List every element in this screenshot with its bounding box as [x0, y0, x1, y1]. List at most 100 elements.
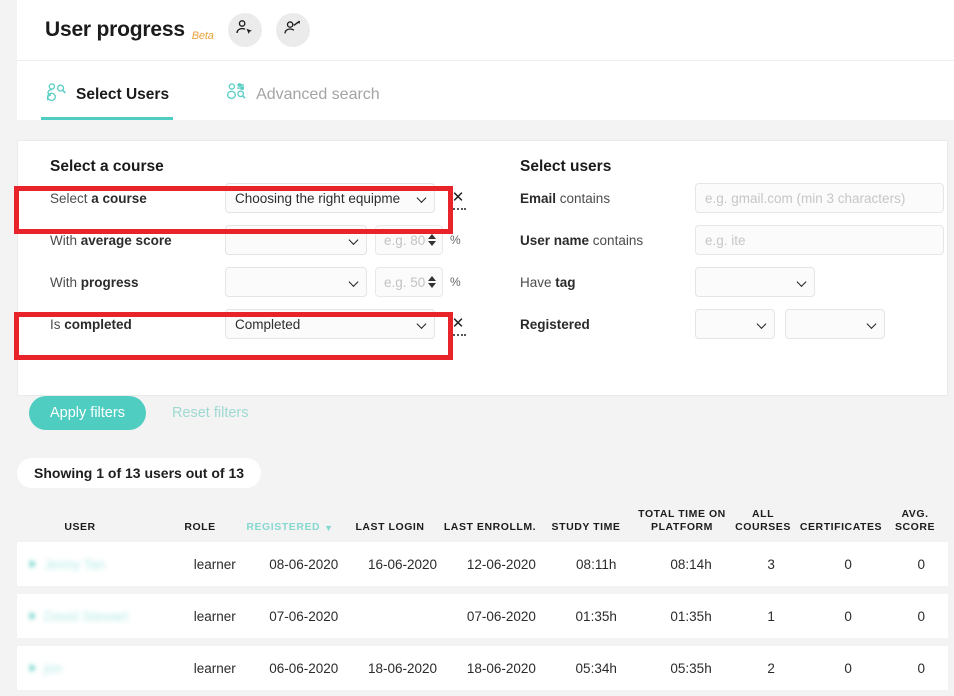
username-contains-input[interactable]: e.g. ite	[695, 225, 944, 255]
progress-stepper[interactable]	[428, 276, 436, 288]
cell-role: learner	[193, 660, 236, 676]
filter-label-progress: With progress	[50, 274, 139, 290]
cell-avg-score: 0	[917, 556, 926, 572]
filter-actions: Apply filters Reset filters	[29, 396, 255, 430]
person-cursor-icon	[235, 18, 254, 42]
cell-all-courses: 2	[767, 660, 775, 676]
filters-card: Select a course Select a course Choosing…	[17, 140, 948, 396]
email-contains-input[interactable]: e.g. gmail.com (min 3 characters)	[695, 183, 944, 213]
filter-label-select-course: Select a course	[50, 190, 147, 206]
column-header-role[interactable]: ROLE	[160, 521, 240, 534]
user-progress-icon-button[interactable]	[275, 13, 310, 47]
progress-placeholder: e.g. 50	[384, 274, 426, 290]
cell-certificates: 0	[844, 608, 852, 624]
page-title: User progress Beta	[45, 18, 214, 42]
course-panel-title: Select a course	[50, 158, 164, 175]
close-icon: ✕	[451, 188, 465, 206]
table-row[interactable]: David Stewart learner 07-06-2020 07-06-2…	[0, 594, 954, 638]
column-header-certificates[interactable]: CERTIFICATES	[794, 521, 888, 534]
cell-last-login: 18-06-2020	[368, 660, 438, 676]
registered-period-dropdown[interactable]	[785, 309, 885, 339]
users-panel-title: Select users	[520, 158, 612, 175]
table-row[interactable]: jon learner 06-06-2020 18-06-2020 18-06-…	[0, 646, 954, 690]
cell-registered: 08-06-2020	[269, 556, 339, 572]
expand-row-icon[interactable]	[30, 560, 36, 568]
average-score-placeholder: e.g. 80	[384, 232, 426, 248]
cell-study-time: 01:35h	[575, 608, 617, 624]
user-progress-page: User progress Beta Select Users Advanced…	[0, 0, 954, 696]
cell-user[interactable]: jon	[17, 661, 175, 676]
cell-all-courses: 1	[767, 608, 775, 624]
cell-registered: 06-06-2020	[269, 660, 339, 676]
cell-study-time: 05:34h	[575, 660, 617, 676]
cell-total-time: 08:14h	[670, 556, 712, 572]
average-score-stepper[interactable]	[428, 234, 436, 246]
filter-row-progress: With progress e.g. 50 %	[34, 262, 504, 302]
clear-underline	[450, 207, 466, 210]
username-placeholder: e.g. ite	[705, 232, 746, 248]
stepper-up-icon[interactable]	[428, 276, 436, 281]
cell-last-enrollment: 18-06-2020	[466, 660, 536, 676]
filter-row-username: User name contains e.g. ite	[504, 220, 944, 260]
is-completed-dropdown[interactable]: Completed	[225, 309, 435, 339]
table-row[interactable]: Jenny Tan learner 08-06-2020 16-06-2020 …	[0, 542, 954, 586]
filter-label-tag: Have tag	[520, 274, 576, 290]
stepper-down-icon[interactable]	[428, 241, 436, 246]
cell-user[interactable]: David Stewart	[17, 609, 175, 624]
column-header-last-login[interactable]: LAST LOGIN	[340, 521, 440, 534]
course-filters-panel: Select a course Select a course Choosing…	[34, 141, 504, 344]
column-header-all-courses[interactable]: ALL COURSES	[732, 508, 794, 534]
apply-filters-button[interactable]: Apply filters	[29, 396, 146, 430]
column-header-registered-label: REGISTERED	[246, 520, 321, 533]
filter-row-email: Email contains e.g. gmail.com (min 3 cha…	[504, 178, 944, 218]
column-header-user[interactable]: USER	[0, 521, 160, 534]
cell-user[interactable]: Jenny Tan	[17, 557, 175, 572]
filter-row-tag: Have tag	[504, 262, 944, 302]
average-score-input[interactable]: e.g. 80	[375, 225, 443, 255]
filter-label-email: Email contains	[520, 190, 611, 206]
registered-operator-dropdown[interactable]	[695, 309, 775, 339]
column-header-study-time[interactable]: STUDY TIME	[540, 521, 632, 534]
cell-certificates: 0	[844, 660, 852, 676]
cell-user-name: David Stewart	[44, 608, 129, 624]
cell-registered: 07-06-2020	[269, 608, 339, 624]
filter-row-average-score: With average score e.g. 80 %	[34, 220, 504, 260]
results-count-badge: Showing 1 of 13 users out of 13	[17, 458, 262, 488]
filter-label-registered: Registered	[520, 316, 590, 332]
chevron-down-icon	[350, 278, 359, 287]
cell-user-name: Jenny Tan	[44, 556, 106, 572]
column-header-avg-score[interactable]: AVG. SCORE	[888, 508, 942, 534]
column-header-last-enrollment[interactable]: LAST ENROLLM.	[440, 521, 540, 534]
cell-all-courses: 3	[767, 556, 775, 572]
table-header-row: USER ROLE REGISTERED ▼ LAST LOGIN LAST E…	[0, 500, 954, 542]
column-header-registered[interactable]: REGISTERED ▼	[240, 521, 340, 534]
tab-advanced-search-label: Advanced search	[256, 85, 380, 103]
filter-label-average-score: With average score	[50, 232, 172, 248]
select-course-dropdown[interactable]: Choosing the right equipme	[225, 183, 435, 213]
chevron-down-icon	[350, 236, 359, 245]
expand-row-icon[interactable]	[30, 664, 36, 672]
select-users-icon-button[interactable]	[227, 13, 262, 47]
cell-avg-score: 0	[917, 608, 926, 624]
stepper-up-icon[interactable]	[428, 234, 436, 239]
have-tag-dropdown[interactable]	[695, 267, 815, 297]
reset-filters-button[interactable]: Reset filters	[166, 404, 255, 422]
tab-advanced-search[interactable]: Advanced search	[221, 82, 384, 120]
chevron-down-icon	[418, 194, 427, 203]
select-course-value: Choosing the right equipme	[235, 190, 401, 206]
stepper-down-icon[interactable]	[428, 283, 436, 288]
tab-select-users[interactable]: Select Users	[41, 82, 174, 120]
average-score-operator-dropdown[interactable]	[225, 225, 367, 255]
filter-row-select-course: Select a course Choosing the right equip…	[34, 178, 504, 218]
column-header-total-time[interactable]: TOTAL TIME ON PLATFORM	[632, 508, 732, 534]
chevron-down-icon	[758, 320, 767, 329]
progress-operator-dropdown[interactable]	[225, 267, 367, 297]
clear-course-button[interactable]: ✕	[447, 188, 469, 210]
cell-certificates: 0	[844, 556, 852, 572]
expand-row-icon[interactable]	[30, 612, 36, 620]
clear-is-completed-button[interactable]: ✕	[447, 316, 469, 336]
chevron-down-icon	[868, 320, 877, 329]
tab-select-users-label: Select Users	[76, 85, 170, 103]
clear-underline	[450, 333, 466, 336]
progress-input[interactable]: e.g. 50	[375, 267, 443, 297]
